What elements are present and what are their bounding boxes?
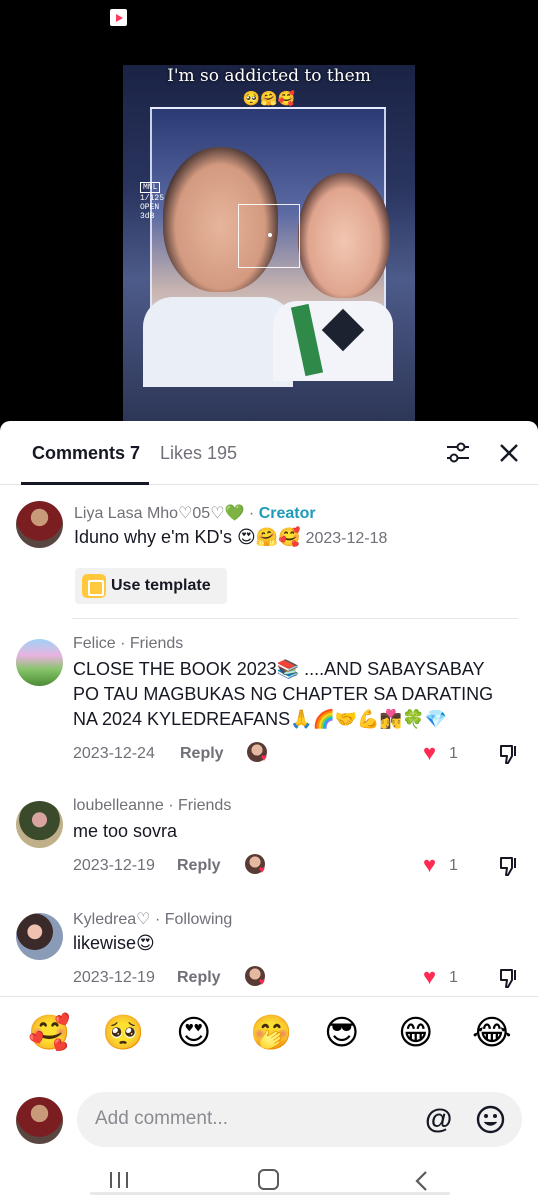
creator-badge: Creator (258, 505, 316, 522)
comment-author[interactable]: Liya Lasa Mho♡05♡💚 · Creator (74, 503, 316, 523)
home-icon[interactable] (258, 1169, 279, 1190)
quick-emoji[interactable]: 🤭 (250, 1013, 292, 1053)
tab-underline (21, 482, 149, 485)
video-app-icon (110, 9, 127, 26)
comments-sheet: Comments 7 Likes 195 Liya Lasa Mho♡05♡💚 … (0, 421, 538, 1200)
home-indicator (90, 1192, 450, 1195)
use-template-button[interactable]: Use template (75, 568, 227, 604)
heart-icon[interactable]: ♥ (423, 742, 436, 764)
quick-emoji-bar: 🥰 🥺 😍 🤭 😎 😁 😂 (0, 996, 538, 1074)
relation-label: Friends (129, 635, 184, 652)
quick-emoji[interactable]: 😁 (398, 1013, 433, 1053)
quick-emoji[interactable]: 😂 (472, 1013, 512, 1053)
comment-date: 2023-12-24 (73, 745, 155, 762)
comment-input-placeholder: Add comment... (95, 1108, 229, 1129)
divider (72, 618, 518, 619)
quick-emoji[interactable]: 😎 (324, 1013, 359, 1053)
camera-overlay: MNL 1/125 OPEN 3dB (140, 182, 164, 221)
comment-author[interactable]: loubelleanne · Friends (73, 797, 231, 815)
camera-gain: 3dB (140, 212, 155, 221)
avatar (16, 1097, 63, 1144)
video-caption-emoji: 🥺🤗🥰 (242, 90, 296, 106)
comment-author[interactable]: Kyledrea♡ · Following (73, 909, 232, 929)
sheet-tabs: Comments 7 Likes 195 (0, 421, 538, 485)
comment-date: 2023-12-19 (73, 857, 155, 874)
thumbs-down-icon[interactable] (498, 743, 520, 765)
thumbs-down-icon[interactable] (498, 855, 520, 877)
back-icon[interactable] (412, 1170, 432, 1192)
tab-likes[interactable]: Likes 195 (160, 443, 237, 464)
tab-comments[interactable]: Comments 7 (32, 443, 140, 464)
comment-text: Iduno why e'm KD's 😍🤗🥰 2023-12-18 (74, 525, 387, 551)
close-icon[interactable] (498, 442, 520, 464)
video-caption: I'm so addicted to them (167, 66, 371, 86)
video-figure (143, 297, 293, 387)
like-count: 1 (449, 745, 458, 762)
screen: I'm so addicted to them 🥺🤗🥰 MNL 1/125 OP… (0, 0, 538, 1200)
avatar[interactable] (16, 913, 63, 960)
focus-dot (268, 233, 272, 237)
relation-label: Following (164, 911, 233, 928)
username: Kyledrea♡ (73, 911, 151, 928)
heart-icon[interactable]: ♥ (423, 966, 436, 988)
comment-date: 2023-12-18 (305, 530, 388, 547)
quick-emoji[interactable]: 😍 (176, 1013, 211, 1053)
camera-mode: MNL (140, 182, 161, 193)
comment-date: 2023-12-19 (73, 969, 155, 986)
quick-emoji[interactable]: 🥺 (102, 1013, 144, 1053)
comment-text: likewise😍 (73, 933, 155, 953)
heart-icon: ♥ (259, 977, 265, 988)
recent-apps-icon[interactable] (108, 1170, 130, 1190)
video-face (298, 173, 390, 298)
like-count: 1 (449, 857, 458, 874)
camera-aperture: OPEN (140, 203, 160, 212)
reply-button[interactable]: Reply (177, 969, 221, 987)
camera-shutter: 1/125 (140, 194, 165, 203)
comment-author[interactable]: Felice · Friends (73, 635, 183, 653)
reply-button[interactable]: Reply (180, 745, 224, 763)
heart-icon[interactable]: ♥ (423, 854, 436, 876)
mention-icon[interactable]: @ (425, 1103, 452, 1135)
like-count: 1 (449, 969, 458, 986)
template-icon (82, 574, 106, 598)
relation-label: Friends (177, 797, 232, 814)
avatar[interactable] (16, 639, 63, 686)
sliders-icon[interactable] (446, 442, 470, 464)
avatar[interactable] (16, 501, 63, 548)
username: loubelleanne (73, 797, 164, 814)
thumbs-down-icon[interactable] (498, 967, 520, 989)
comment-emoji: 😍🤗🥰 (236, 527, 301, 547)
comment-input-row: Add comment... @ (0, 1074, 538, 1164)
comment-body: Iduno why e'm KD's (74, 527, 232, 547)
heart-icon: ♥ (259, 865, 265, 876)
reply-button[interactable]: Reply (177, 857, 221, 875)
comment-input[interactable]: Add comment... @ (77, 1092, 522, 1147)
quick-emoji[interactable]: 🥰 (28, 1013, 70, 1053)
username: Liya Lasa Mho♡05♡💚 (74, 505, 245, 522)
comment-text: CLOSE THE BOOK 2023📚 ....AND SABAYSABAY … (73, 659, 494, 729)
username: Felice (73, 635, 116, 652)
avatar[interactable] (16, 801, 63, 848)
comment-text: me too sovra (73, 821, 178, 841)
smile-icon[interactable] (476, 1105, 505, 1134)
heart-icon: ♥ (261, 753, 267, 764)
use-template-label: Use template (111, 577, 211, 594)
